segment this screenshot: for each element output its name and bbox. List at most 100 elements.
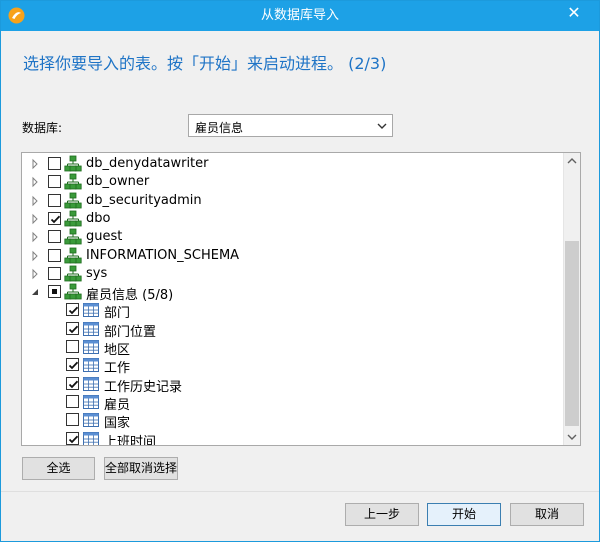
tree-checkbox[interactable] xyxy=(66,358,79,372)
schema-icon xyxy=(64,265,82,282)
tree-checkbox[interactable] xyxy=(48,248,61,262)
tree-schema-row[interactable]: INFORMATION_SCHEMA xyxy=(22,247,562,265)
tree-collapsed-arrow-icon[interactable] xyxy=(30,195,40,207)
dialog-content: 选择你要导入的表。按「开始」来启动进程。 (2/3) 数据库: 雇员信息 db_… xyxy=(1,31,599,491)
vertical-scrollbar[interactable] xyxy=(563,153,580,445)
database-select-value: 雇员信息 xyxy=(195,121,244,135)
tree-collapsed-arrow-icon[interactable] xyxy=(30,213,40,225)
tree-schema-row[interactable]: db_denydatawriter xyxy=(22,155,562,173)
window-title: 从数据库导入 xyxy=(260,8,339,23)
checkmark-icon xyxy=(68,435,79,443)
schema-icon xyxy=(64,210,82,227)
dialog-footer: 上一步 开始 取消 xyxy=(1,491,599,541)
tree-collapsed-arrow-icon[interactable] xyxy=(30,250,40,262)
tree-table-row[interactable]: 地区 xyxy=(22,338,562,358)
chevron-down-icon xyxy=(377,123,387,129)
tree-checkbox[interactable] xyxy=(48,175,61,189)
schema-icon xyxy=(64,173,82,190)
schema-icon xyxy=(64,155,82,172)
scroll-up-arrow-icon[interactable] xyxy=(564,153,580,170)
tree-schema-row[interactable]: db_owner xyxy=(22,173,562,191)
tree-item-label: 雇员信息 (5/8) xyxy=(86,288,174,304)
select-all-button[interactable]: 全选 xyxy=(22,457,95,480)
tree-schema-row[interactable]: sys xyxy=(22,265,562,283)
tree-checkbox[interactable] xyxy=(66,431,79,445)
tree-checkbox[interactable] xyxy=(66,340,79,353)
back-button[interactable]: 上一步 xyxy=(345,503,419,526)
tree-checkbox[interactable] xyxy=(66,394,79,408)
import-dialog: 从数据库导入 ✕ 选择你要导入的表。按「开始」来启动进程。 (2/3) 数据库:… xyxy=(0,0,600,542)
table-icon xyxy=(83,340,99,354)
schema-icon xyxy=(64,247,82,263)
table-tree[interactable]: db_denydatawriter db_owner db_securityadmi… xyxy=(21,152,581,446)
tree-schema-row[interactable]: db_securityadmin xyxy=(22,192,562,210)
tree-checkbox[interactable] xyxy=(48,157,61,170)
tree-item-label: 上班时间 xyxy=(104,434,157,446)
tree-table-row[interactable]: 部门位置 xyxy=(22,320,562,340)
table-icon xyxy=(83,358,99,373)
scroll-down-arrow-icon[interactable] xyxy=(564,428,580,445)
checkmark-icon xyxy=(68,325,79,333)
database-select[interactable]: 雇员信息 xyxy=(188,114,393,137)
tree-table-row[interactable]: 工作 xyxy=(22,356,562,377)
tree-checkbox[interactable] xyxy=(66,321,79,335)
tree-item-label: INFORMATION_SCHEMA xyxy=(86,247,240,263)
tree-item-label: db_denydatawriter xyxy=(86,156,209,171)
tree-item-label: 部门 xyxy=(104,306,131,322)
tree-table-row[interactable]: 部门 xyxy=(22,301,562,322)
tree-checkbox[interactable] xyxy=(48,211,61,225)
checkmark-icon xyxy=(68,306,79,315)
cancel-button[interactable]: 取消 xyxy=(510,503,584,526)
table-icon xyxy=(83,321,99,336)
tree-item-label: sys xyxy=(86,265,108,281)
tree-item-label: 国家 xyxy=(104,416,131,432)
tree-item-label: dbo xyxy=(86,210,111,226)
deselect-all-button[interactable]: 全部取消选择 xyxy=(104,457,178,480)
start-button[interactable]: 开始 xyxy=(427,503,501,526)
schema-icon xyxy=(64,192,82,208)
tree-checkbox[interactable] xyxy=(48,193,61,207)
scroll-thumb[interactable] xyxy=(565,241,579,426)
tree-checkbox[interactable] xyxy=(66,376,79,390)
table-icon xyxy=(83,303,99,318)
tree-checkbox[interactable] xyxy=(66,303,79,317)
checkmark-icon xyxy=(50,215,61,224)
tree-item-label: 工作历史记录 xyxy=(104,379,183,395)
tree-checkbox[interactable] xyxy=(48,285,61,299)
tree-item-label: db_owner xyxy=(86,174,150,190)
tree-item-label: 地区 xyxy=(104,343,131,358)
tree-checkbox[interactable] xyxy=(48,230,61,244)
schema-icon xyxy=(64,228,82,245)
tree-schema-row[interactable]: 雇员信息 (5/8) xyxy=(22,283,562,304)
partial-check-icon xyxy=(52,289,57,295)
table-icon xyxy=(83,431,99,445)
tree-table-row[interactable]: 国家 xyxy=(22,411,562,432)
schema-icon xyxy=(64,283,82,300)
table-icon xyxy=(83,413,99,428)
table-icon xyxy=(83,376,99,391)
tree-item-label: 工作 xyxy=(104,361,131,377)
tree-table-row[interactable]: 雇员 xyxy=(22,393,562,413)
tree-collapsed-arrow-icon[interactable] xyxy=(30,231,40,243)
tree-table-row[interactable]: 工作历史记录 xyxy=(22,375,562,395)
database-label: 数据库: xyxy=(22,121,63,135)
step-heading: 选择你要导入的表。按「开始」来启动进程。 (2/3) xyxy=(23,54,387,73)
tree-schema-row[interactable]: dbo xyxy=(22,210,562,228)
tree-schema-row[interactable]: guest xyxy=(22,228,562,246)
checkmark-icon xyxy=(68,361,79,370)
tree-table-row[interactable]: 上班时间 xyxy=(22,430,562,446)
tree-item-label: 部门位置 xyxy=(104,324,157,340)
close-button[interactable]: ✕ xyxy=(557,2,591,24)
tree-collapsed-arrow-icon[interactable] xyxy=(30,176,40,188)
tree-expanded-arrow-icon[interactable] xyxy=(30,286,40,298)
tree-collapsed-arrow-icon[interactable] xyxy=(30,268,40,280)
tree-item-label: db_securityadmin xyxy=(86,192,202,208)
checkmark-icon xyxy=(68,380,79,388)
table-icon xyxy=(83,394,99,409)
tree-item-label: 雇员 xyxy=(104,397,131,413)
tree-checkbox[interactable] xyxy=(66,413,79,427)
title-bar[interactable]: 从数据库导入 ✕ xyxy=(1,1,599,31)
tree-item-label: guest xyxy=(86,229,123,245)
tree-collapsed-arrow-icon[interactable] xyxy=(30,158,40,170)
tree-checkbox[interactable] xyxy=(48,266,61,280)
